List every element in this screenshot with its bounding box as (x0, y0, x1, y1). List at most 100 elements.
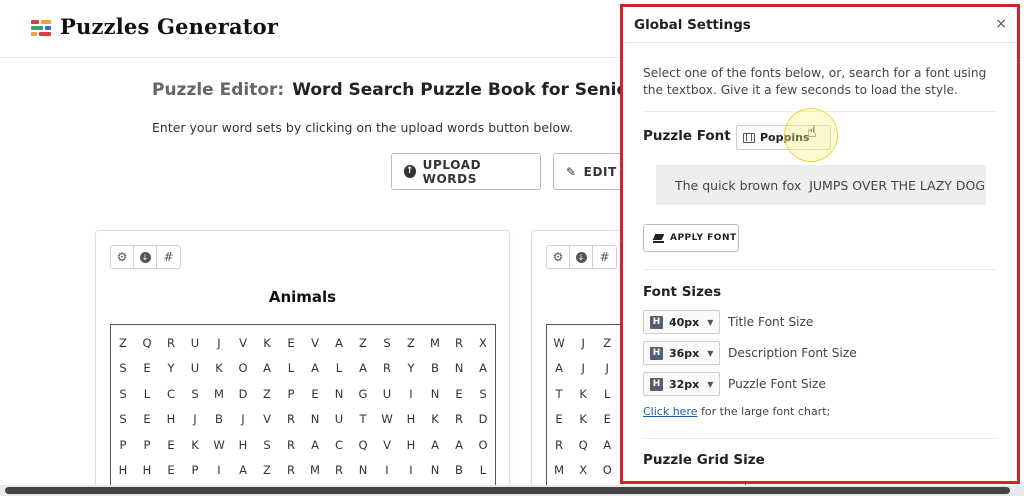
grid-cell: B (431, 361, 439, 376)
hand-cursor-icon: ☝ (807, 122, 817, 141)
grid-row: SEHJBJVRNUTWHKRD (111, 407, 495, 433)
grid-cell: B (455, 463, 463, 478)
grid-cell: R (555, 437, 564, 452)
description-font-size-select[interactable]: H 36px ▼ (643, 341, 720, 365)
download-icon[interactable]: ↓ (134, 246, 157, 268)
puzzle-card: ⚙ ↓ # Animals ZQRUJVKEVAZSZMRXSEYUKOALAL… (95, 230, 510, 496)
divider (643, 438, 997, 439)
card-toolbar: ⚙ ↓ # (110, 245, 181, 269)
puzzle-font-size-select[interactable]: H 32px ▼ (643, 372, 720, 396)
page-title: Puzzle Editor: Word Search Puzzle Book fo… (152, 80, 666, 100)
grid-cell: U (190, 335, 200, 350)
grid-cell: L (479, 463, 487, 478)
grid-row: HHEPIAZRMRNIINBL (111, 458, 495, 484)
upload-words-button[interactable]: ↑ UPLOAD WORDS (391, 153, 541, 190)
grid-row: PPEKWHSRACQVHAAO (111, 432, 495, 458)
grid-cell: O (602, 463, 612, 478)
grid-icon[interactable]: # (157, 246, 180, 268)
grid-cell: W (381, 412, 393, 427)
scrollbar-thumb[interactable] (5, 487, 1010, 494)
grid-cell: E (603, 412, 611, 427)
grid-cell: N (334, 386, 344, 401)
grid-cell: E (311, 386, 319, 401)
grid-cell: Z (263, 463, 271, 478)
editor-instructions: Enter your word sets by clicking on the … (152, 120, 574, 135)
heading-icon: H (650, 346, 663, 360)
grid-cell: T (359, 412, 367, 427)
grid-cell: R (455, 335, 463, 350)
puzzle-font-heading: Puzzle Font (643, 128, 731, 144)
grid-cell: K (579, 386, 587, 401)
gear-icon[interactable]: ⚙ (547, 246, 570, 268)
panel-header: Global Settings × (623, 7, 1017, 43)
puzzle-font-size-row: H 32px ▼ Puzzle Font Size (643, 372, 826, 396)
size-value: 36px (669, 346, 700, 360)
apply-font-label: APPLY FONT (670, 233, 737, 243)
grid-cell: J (241, 412, 245, 427)
grid-cell: A (455, 437, 463, 452)
grid-cell: S (263, 437, 271, 452)
grid-cell: U (334, 412, 344, 427)
size-value: 32px (669, 377, 700, 391)
global-settings-panel: Global Settings × Select one of the font… (620, 4, 1020, 484)
gear-icon[interactable]: ⚙ (111, 246, 134, 268)
heading-icon: H (650, 377, 663, 391)
grid-cell: I (409, 386, 413, 401)
grid-cell: L (335, 361, 343, 376)
divider (643, 269, 997, 270)
grid-cell: A (263, 361, 271, 376)
size-label: Puzzle Font Size (728, 377, 826, 391)
grid-cell: L (604, 386, 611, 401)
grid-cell: A (603, 437, 612, 452)
horizontal-scrollbar[interactable] (0, 485, 1024, 496)
grid-cell: Q (578, 437, 588, 452)
grid-cell: J (605, 361, 609, 376)
logo-icon (31, 20, 51, 40)
app-title: Puzzles Generator (60, 14, 279, 39)
size-label: Description Font Size (728, 346, 857, 360)
grid-cell: P (119, 437, 127, 452)
grid-cell: E (167, 437, 175, 452)
title-font-size-select[interactable]: H 40px ▼ (643, 310, 720, 334)
grid-cell: K (263, 335, 271, 350)
pencil-icon: ✎ (566, 164, 577, 179)
grid-cell: A (311, 437, 319, 452)
font-chart-note: Click here for the large font chart; (643, 405, 830, 418)
title-font-size-row: H 40px ▼ Title Font Size (643, 310, 813, 334)
grid-cell: R (335, 463, 343, 478)
grid-cell: R (167, 335, 175, 350)
download-icon[interactable]: ↓ (570, 246, 593, 268)
font-chart-link[interactable]: Click here (643, 405, 698, 418)
grid-cell: K (431, 412, 439, 427)
grid-cell: Z (407, 335, 415, 350)
grid-cell: M (214, 386, 224, 401)
grid-cell: P (143, 437, 151, 452)
grid-cell: W (213, 437, 225, 452)
grid-cell: Z (263, 386, 271, 401)
grid-cell: A (335, 335, 343, 350)
editor-book-title: Word Search Puzzle Book for Seniors-2 (292, 80, 666, 100)
grid-cell: D (238, 386, 248, 401)
grid-cell: E (555, 412, 563, 427)
grid-cell: M (430, 335, 440, 350)
upload-icon: ↑ (404, 165, 416, 178)
caret-down-icon: ▼ (707, 348, 714, 358)
grid-cell: E (143, 412, 151, 427)
font-sizes-heading: Font Sizes (643, 284, 722, 300)
grid-cell: B (215, 412, 223, 427)
grid-cell: X (479, 335, 487, 350)
grid-cell: E (143, 361, 151, 376)
font-preview: The quick brown fox JUMPS OVER THE LAZY … (656, 165, 986, 205)
grid-cell: I (217, 463, 221, 478)
grid-cell: C (166, 386, 176, 401)
grid-cell: L (143, 386, 151, 401)
grid-cell: R (287, 412, 295, 427)
grid-cell: V (263, 412, 271, 427)
grid-cell: A (239, 463, 247, 478)
grid-icon[interactable]: # (593, 246, 616, 268)
grid-cell: N (310, 412, 320, 427)
apply-font-button[interactable]: APPLY FONT (643, 224, 739, 252)
grid-cell: S (383, 335, 391, 350)
close-icon[interactable]: × (995, 16, 1007, 32)
grid-cell: O (238, 361, 248, 376)
